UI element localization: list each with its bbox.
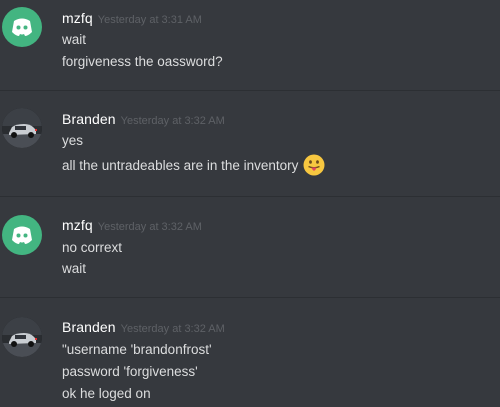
stuck-out-tongue-emoji bbox=[303, 154, 325, 176]
username[interactable]: Branden bbox=[62, 111, 116, 127]
message-text: "username 'brandonfrost' bbox=[62, 342, 212, 357]
message-text-with-emoji: all the untradeables are in the inventor… bbox=[62, 154, 325, 176]
car-photo-avatar bbox=[2, 317, 42, 357]
message-text: wait bbox=[62, 32, 87, 47]
timestamp: Yesterday at 3:31 AM bbox=[97, 14, 202, 26]
message-text: yes bbox=[62, 133, 84, 148]
message-text: all the untradeables are in the inventor… bbox=[62, 158, 299, 174]
message-group: Branden Yesterday at 3:32 AM yes all the … bbox=[0, 91, 500, 196]
message-text: forgiveness the oassword? bbox=[62, 54, 223, 69]
message-header: mzfq Yesterday at 3:32 AM bbox=[62, 217, 202, 235]
message-text: ok he loged on bbox=[62, 386, 151, 401]
timestamp: Yesterday at 3:32 AM bbox=[97, 221, 202, 233]
message-header: Branden Yesterday at 3:32 AM bbox=[62, 319, 225, 337]
username[interactable]: Branden bbox=[62, 319, 116, 335]
discord-logo-icon bbox=[12, 226, 32, 244]
message-header: mzfq Yesterday at 3:31 AM bbox=[62, 10, 202, 28]
timestamp: Yesterday at 3:32 AM bbox=[120, 115, 225, 127]
message-text: password 'forgiveness' bbox=[62, 364, 198, 379]
discord-logo-icon bbox=[12, 18, 32, 36]
message-text: no corrext bbox=[62, 240, 123, 255]
avatar[interactable] bbox=[2, 7, 42, 47]
timestamp: Yesterday at 3:32 AM bbox=[120, 323, 225, 335]
avatar[interactable] bbox=[2, 215, 42, 255]
message-group: mzfq Yesterday at 3:31 AM wait forgivenes… bbox=[0, 0, 500, 90]
avatar[interactable] bbox=[2, 317, 42, 357]
avatar[interactable] bbox=[2, 108, 42, 148]
message-group: mzfq Yesterday at 3:32 AM no corrext wait bbox=[0, 197, 500, 297]
message-text: wait bbox=[62, 261, 87, 276]
username[interactable]: mzfq bbox=[62, 10, 93, 26]
message-group: Branden Yesterday at 3:32 AM "username 'b… bbox=[0, 298, 500, 407]
chat-messages: mzfq Yesterday at 3:31 AM wait forgivenes… bbox=[0, 0, 500, 407]
car-photo-avatar bbox=[2, 108, 42, 148]
message-header: Branden Yesterday at 3:32 AM bbox=[62, 111, 225, 129]
username[interactable]: mzfq bbox=[62, 217, 93, 233]
